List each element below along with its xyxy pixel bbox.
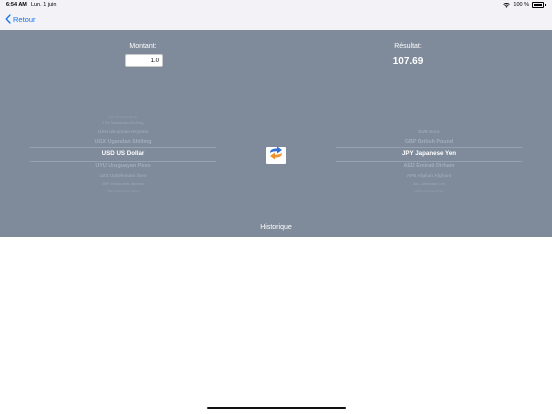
picker-row[interactable]: EUR Euro xyxy=(336,129,522,134)
picker-selection-line xyxy=(336,147,522,148)
status-time: 6:54 AM xyxy=(6,2,27,8)
picker-row[interactable]: TMT Turkmen Manat xyxy=(30,115,216,119)
picker-selection-line xyxy=(336,161,522,162)
history-button[interactable]: Historique xyxy=(226,224,326,231)
swap-arrows-icon xyxy=(268,146,284,165)
wifi-icon xyxy=(503,2,511,8)
back-label: Retour xyxy=(13,14,36,24)
status-bar: 6:54 AM Lun. 1 juin 100 % xyxy=(0,0,552,11)
status-right: 100 % xyxy=(503,2,546,8)
picker-row[interactable]: VND Vietnamese Dong xyxy=(30,189,216,193)
picker-row[interactable]: AED Emirati Dirham xyxy=(336,163,522,169)
battery-icon xyxy=(532,2,544,8)
picker-row[interactable]: AMD Armenian Dram xyxy=(336,189,522,193)
battery-tip xyxy=(545,4,546,6)
back-button[interactable]: Retour xyxy=(5,14,36,24)
picker-row[interactable]: UZS Uzbekistani Som xyxy=(30,173,216,178)
swap-button[interactable] xyxy=(266,146,286,165)
picker-row[interactable]: UGX Ugandan Shilling xyxy=(30,139,216,145)
picker-row[interactable]: ALL Albanian Lek xyxy=(336,182,522,186)
navigation-bar: Retour xyxy=(0,11,552,31)
chevron-left-icon xyxy=(5,14,11,24)
picker-row[interactable]: USD US Dollar xyxy=(30,150,216,157)
picker-selection-line xyxy=(30,161,216,162)
amount-input[interactable] xyxy=(125,54,163,67)
battery-percent: 100 % xyxy=(513,2,529,8)
picker-row[interactable]: TZS Tanzanian Shilling xyxy=(30,121,216,125)
picker-row[interactable]: AFN Afghan Afghani xyxy=(336,173,522,178)
picker-row[interactable]: GBP British Pound xyxy=(336,139,522,145)
from-currency-picker[interactable]: TMT Turkmen Manat TZS Tanzanian Shilling U… xyxy=(30,101,216,207)
to-currency-picker[interactable]: EUR Euro GBP British Pound JPY Japanese Ye… xyxy=(336,101,522,207)
picker-row[interactable]: VEF Venezuelan Bolivar xyxy=(30,182,216,186)
result-value: 107.69 xyxy=(392,56,424,67)
picker-row[interactable]: UAH Ukrainian Hryvnia xyxy=(30,129,216,134)
home-indicator xyxy=(207,407,346,409)
picker-row[interactable]: UYU Uruguayan Peso xyxy=(30,163,216,169)
status-date: Lun. 1 juin xyxy=(31,2,57,8)
amount-label: Montant: xyxy=(129,43,157,50)
picker-selection-line xyxy=(30,147,216,148)
converter-panel: Montant: Résultat: 107.69 TMT Turkmen Ma… xyxy=(0,30,552,237)
picker-row[interactable]: JPY Japanese Yen xyxy=(336,150,522,157)
result-label: Résultat: xyxy=(394,43,422,50)
